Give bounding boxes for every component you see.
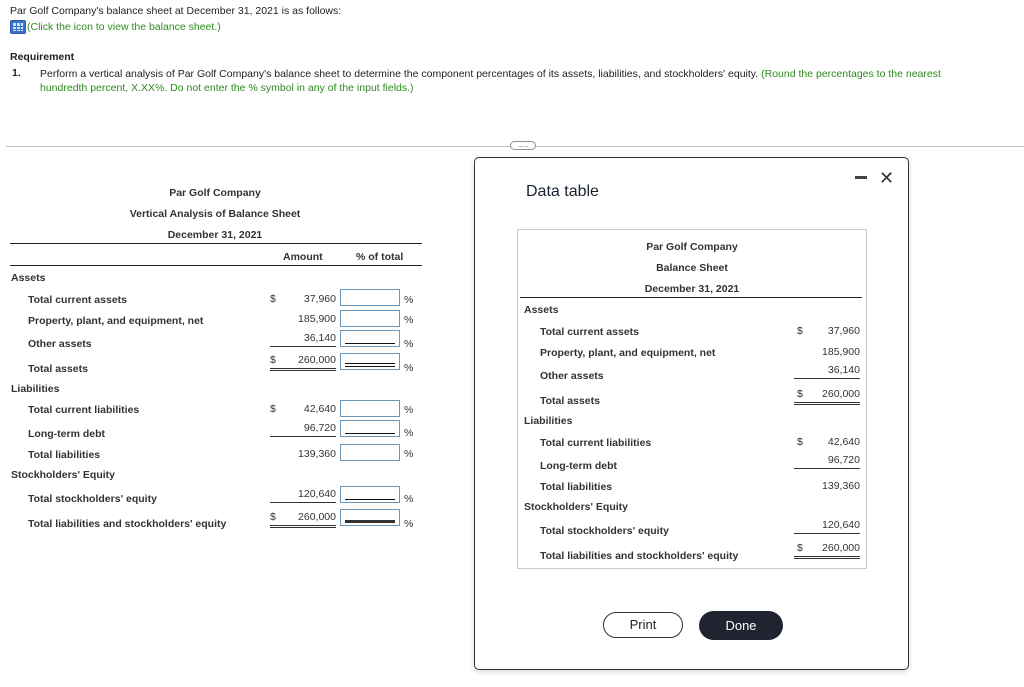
- percent-input[interactable]: [340, 400, 400, 417]
- close-icon[interactable]: ✕: [879, 169, 894, 187]
- column-header-rule: [10, 265, 422, 266]
- row-label: Property, plant, and equipment, net: [28, 315, 204, 327]
- total-double-rule: [794, 402, 860, 405]
- table-date: December 31, 2021: [644, 283, 740, 295]
- view-balance-sheet-link[interactable]: (Click the icon to view the balance shee…: [10, 20, 221, 34]
- view-balance-sheet-text[interactable]: (Click the icon to view the balance shee…: [27, 21, 221, 33]
- amount: 36,140: [303, 332, 336, 344]
- section-liabilities: Liabilities: [524, 415, 573, 427]
- row-label: Total liabilities and stockholders' equi…: [540, 550, 739, 562]
- amount: 260,000: [822, 542, 860, 554]
- col-percent-header: % of total: [356, 251, 404, 263]
- percent-symbol: %: [404, 427, 414, 439]
- percent-input[interactable]: [340, 289, 400, 306]
- subtotal-rule: [270, 436, 336, 437]
- row-label: Total assets: [540, 395, 600, 407]
- total-double-rule: [794, 556, 860, 559]
- row-label: Total liabilities: [540, 481, 613, 493]
- subtotal-rule: [270, 346, 336, 347]
- intro-text: Par Golf Company's balance sheet at Dece…: [10, 5, 342, 17]
- amount: 42,640: [303, 403, 336, 415]
- percent-input[interactable]: [340, 420, 400, 437]
- row-label: Total current liabilities: [540, 437, 652, 449]
- percent-input[interactable]: [340, 444, 400, 461]
- row-label: Total current assets: [28, 294, 128, 306]
- row-label: Property, plant, and equipment, net: [540, 347, 716, 359]
- requirement-number: 1.: [12, 67, 21, 79]
- amount: 96,720: [827, 454, 860, 466]
- subtotal-rule: [794, 533, 860, 534]
- requirement-text: Perform a vertical analysis of Par Golf …: [40, 67, 990, 95]
- row-label: Other assets: [28, 338, 92, 350]
- percent-symbol: %: [404, 362, 414, 374]
- percent-symbol: %: [404, 493, 414, 505]
- percent-symbol: %: [404, 448, 414, 460]
- worksheet-company: Par Golf Company: [169, 187, 261, 199]
- row-label: Total assets: [28, 363, 88, 375]
- table-company: Par Golf Company: [646, 241, 738, 253]
- percent-symbol: %: [404, 314, 414, 326]
- subtotal-rule: [794, 378, 860, 379]
- row-label: Total stockholders' equity: [28, 493, 157, 505]
- amount: 185,900: [298, 313, 336, 325]
- balance-sheet-table: Par Golf Company Balance Sheet December …: [517, 229, 867, 569]
- dialog-title: Data table: [526, 183, 599, 200]
- amount: 139,360: [822, 480, 860, 492]
- percent-input[interactable]: [340, 330, 400, 347]
- percent-symbol: %: [404, 338, 414, 350]
- percent-symbol: %: [404, 518, 414, 530]
- amount: 37,960: [827, 325, 860, 337]
- percent-input[interactable]: [340, 486, 400, 503]
- done-button[interactable]: Done: [699, 611, 783, 640]
- amount: 96,720: [303, 422, 336, 434]
- section-assets: Assets: [11, 272, 46, 284]
- row-label: Total current assets: [540, 326, 640, 338]
- header-rule: [10, 243, 422, 244]
- divider-handle[interactable]: .....: [510, 141, 536, 150]
- percent-input[interactable]: [340, 310, 400, 327]
- worksheet-title: Vertical Analysis of Balance Sheet: [129, 208, 301, 220]
- row-label: Long-term debt: [28, 428, 105, 440]
- requirement-instruction: Perform a vertical analysis of Par Golf …: [40, 68, 759, 80]
- subtotal-rule: [270, 502, 336, 503]
- row-label: Total liabilities: [28, 449, 101, 461]
- section-equity: Stockholders' Equity: [11, 469, 116, 481]
- requirement-title: Requirement: [10, 51, 75, 63]
- amount: 37,960: [303, 293, 336, 305]
- total-double-rule: [270, 368, 336, 371]
- amount: 260,000: [298, 511, 336, 523]
- percent-input[interactable]: [340, 353, 400, 370]
- row-label: Total stockholders' equity: [540, 525, 669, 537]
- total-double-rule: [270, 525, 336, 528]
- table-title: Balance Sheet: [656, 262, 728, 274]
- row-label: Total liabilities and stockholders' equi…: [28, 518, 227, 530]
- percent-symbol: %: [404, 404, 414, 416]
- data-table-dialog: Data table ✕ Par Golf Company Balance Sh…: [474, 157, 909, 670]
- row-label: Total current liabilities: [28, 404, 140, 416]
- amount: 120,640: [298, 488, 336, 500]
- table-header-rule: [520, 297, 862, 298]
- worksheet-date: December 31, 2021: [167, 229, 263, 241]
- row-label: Other assets: [540, 370, 604, 382]
- amount: 260,000: [298, 354, 336, 366]
- amount: 120,640: [822, 519, 860, 531]
- amount: 42,640: [827, 436, 860, 448]
- row-label: Long-term debt: [540, 460, 617, 472]
- table-grid-icon[interactable]: [10, 20, 26, 34]
- section-assets: Assets: [524, 304, 559, 316]
- percent-symbol: %: [404, 294, 414, 306]
- section-equity: Stockholders' Equity: [524, 501, 629, 513]
- amount: 36,140: [827, 364, 860, 376]
- percent-input[interactable]: [340, 509, 400, 526]
- section-liabilities: Liabilities: [11, 383, 60, 395]
- minimize-icon[interactable]: [855, 176, 867, 179]
- print-button[interactable]: Print: [603, 612, 683, 638]
- col-amount-header: Amount: [283, 251, 323, 263]
- amount: 185,900: [822, 346, 860, 358]
- amount: 139,360: [298, 448, 336, 460]
- amount: 260,000: [822, 388, 860, 400]
- subtotal-rule: [794, 468, 860, 469]
